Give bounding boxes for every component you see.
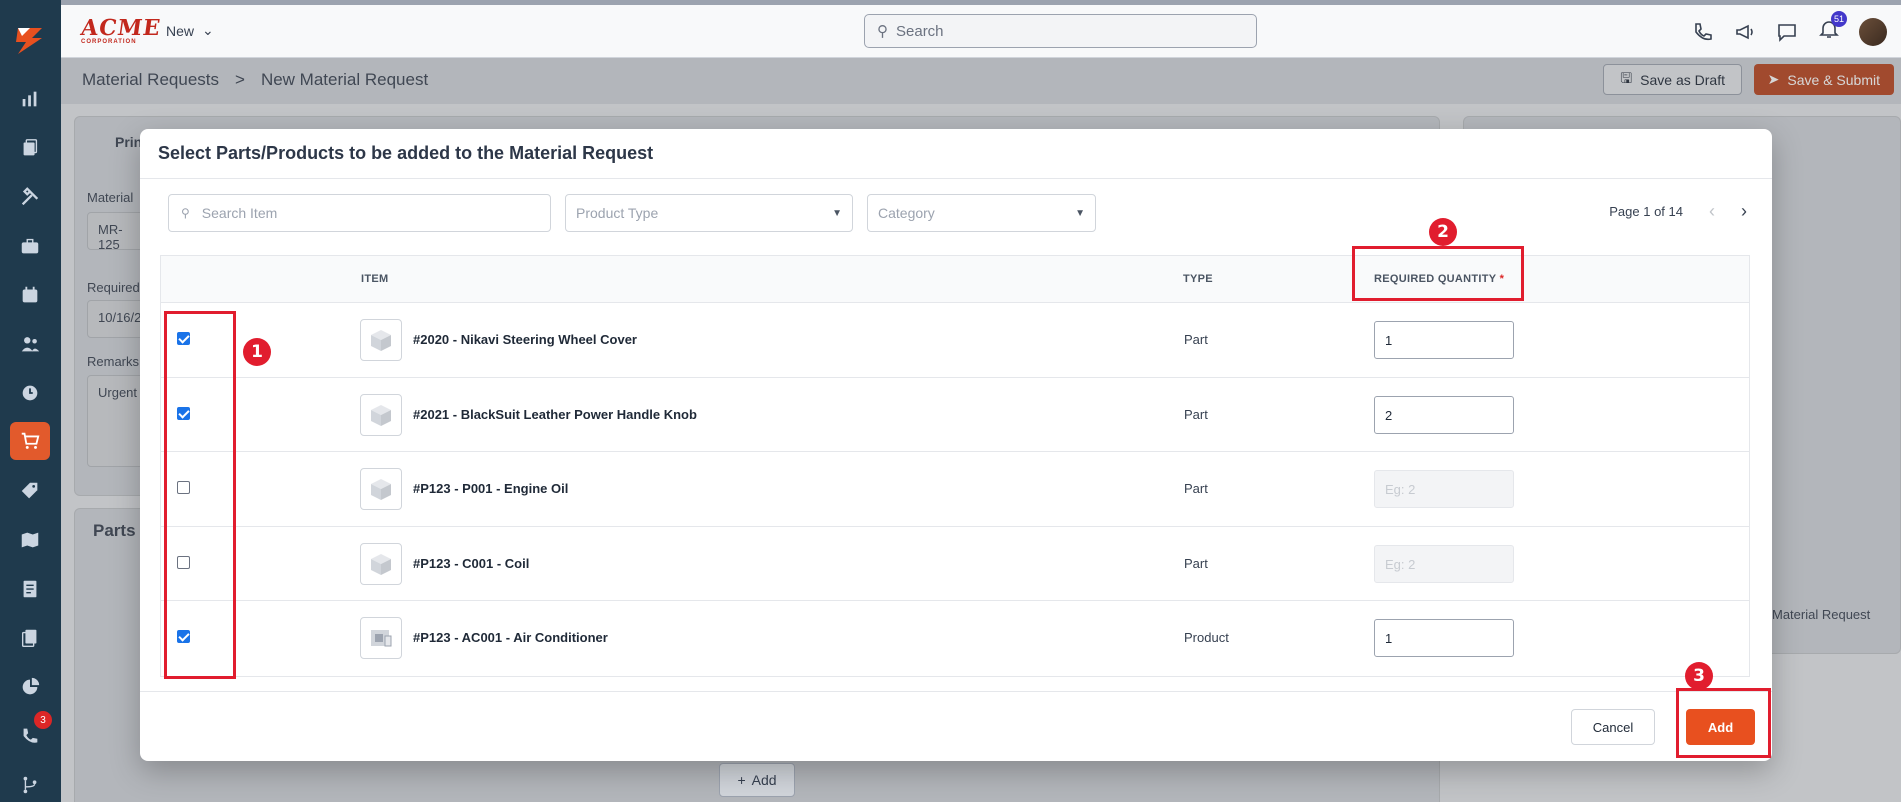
annotation-number-2: 2 [1429,218,1457,246]
box-icon [371,479,391,500]
box-icon [371,404,391,426]
header-icons: 51 [1691,11,1887,46]
item-thumbnail [360,319,402,361]
category-select[interactable]: Category ▼ [867,194,1096,232]
modal-title: Select Parts/Products to be added to the… [158,143,654,163]
box-icon [371,330,391,351]
item-name: #2020 - Nikavi Steering Wheel Cover [413,332,637,347]
dashboard-icon[interactable] [10,80,50,118]
plus-icon: + [737,772,746,788]
clock-icon[interactable] [10,374,50,412]
required-quantity-input[interactable]: Eg: 2 [1374,470,1514,508]
users-icon[interactable] [10,325,50,363]
jobs-icon[interactable] [10,129,50,167]
modal-header-divider [140,178,1772,179]
box-icon [371,553,391,575]
brand-subtitle: CORPORATION [81,39,137,45]
table-row: #2020 - Nikavi Steering Wheel Cover Part… [161,303,1749,378]
notifications-button[interactable]: 51 [1817,11,1847,46]
item-type: Part [1184,555,1208,571]
cart-icon[interactable] [10,422,50,460]
search-icon: ⚲ [181,206,190,220]
new-menu-button[interactable]: New ⌄ [166,22,214,39]
caret-down-icon: ▼ [832,207,842,219]
item-name: #P123 - P001 - Engine Oil [413,481,569,496]
phone-support-icon[interactable]: 3 [10,711,52,755]
workflow-icon[interactable] [10,766,50,802]
map-icon[interactable] [10,521,50,559]
items-table: ITEM TYPE REQUIRED QUANTITY * #2020 - Ni… [160,255,1750,677]
item-thumbnail [360,617,402,659]
brand-logo[interactable]: ACME [79,15,162,41]
table-row: #P123 - AC001 - Air Conditioner Product … [161,601,1749,676]
item-type: Part [1184,406,1208,422]
required-quantity-input[interactable]: 1 [1374,619,1514,657]
annotation-box-2 [1352,246,1524,301]
item-name: #2021 - BlackSuit Leather Power Handle K… [413,406,697,422]
calendar-icon[interactable] [10,276,50,314]
item-name: #P123 - AC001 - Air Conditioner [413,630,608,645]
invoice-icon[interactable] [10,570,50,608]
notification-count: 51 [1831,11,1847,27]
sidebar-badge: 3 [34,711,52,729]
add-part-label: Add [751,772,777,788]
page-indicator: Page 1 of 14 [1609,204,1683,219]
item-thumbnail [360,542,402,585]
briefcase-icon[interactable] [10,227,50,265]
chevron-left-icon[interactable]: ‹ [1709,201,1715,222]
megaphone-icon[interactable] [1733,20,1757,44]
product-type-select[interactable]: Product Type ▼ [565,194,853,232]
item-type: Part [1184,332,1208,347]
chevron-down-icon: ⌄ [202,22,214,38]
documents-icon[interactable] [10,619,50,657]
modal-footer-divider [140,691,1772,692]
new-menu-label: New [166,22,195,39]
search-icon: ⚲ [877,23,888,40]
search-item-placeholder: Search Item [201,205,278,221]
table-row: #P123 - P001 - Engine Oil Part Eg: 2 [161,452,1749,527]
sidebar: 3 [0,0,61,802]
product-type-placeholder: Product Type [576,205,659,221]
annotation-number-1: 1 [243,338,271,366]
required-quantity-input[interactable]: 2 [1374,395,1514,434]
search-item-input[interactable]: ⚲ Search Item [168,194,551,232]
table-row: #2021 - BlackSuit Leather Power Handle K… [161,378,1749,452]
top-header: ACME CORPORATION New ⌄ ⚲ Search 51 [61,0,1901,58]
annotation-box-3 [1676,688,1771,758]
add-part-button[interactable]: + Add [719,763,795,797]
phone-icon[interactable] [1691,20,1715,44]
item-type: Part [1184,481,1208,496]
table-row: #P123 - C001 - Coil Part Eg: 2 [161,527,1749,601]
avatar[interactable] [1859,17,1887,46]
global-search-input[interactable]: ⚲ Search [864,14,1257,48]
column-item: ITEM [361,273,389,285]
caret-down-icon: ▼ [1075,207,1085,219]
select-parts-modal: Select Parts/Products to be added to the… [140,129,1772,761]
item-type: Product [1184,630,1229,645]
tools-icon[interactable] [10,178,50,216]
product-image-icon [371,630,392,647]
tag-icon[interactable] [10,472,50,510]
app-logo[interactable] [10,20,50,60]
item-thumbnail [360,468,402,510]
item-name: #P123 - C001 - Coil [413,555,530,571]
pagination: Page 1 of 14 ‹ › [1609,201,1747,222]
item-thumbnail [360,393,402,436]
required-quantity-input[interactable]: Eg: 2 [1374,544,1514,583]
chevron-right-icon[interactable]: › [1741,201,1747,222]
required-quantity-input[interactable]: 1 [1374,321,1514,359]
search-placeholder: Search [896,22,944,40]
column-type: TYPE [1183,273,1213,285]
annotation-box-1 [164,311,236,679]
chat-icon[interactable] [1775,20,1799,44]
cancel-button[interactable]: Cancel [1571,709,1655,745]
pie-chart-icon[interactable] [10,668,50,706]
annotation-number-3: 3 [1685,662,1713,690]
category-placeholder: Category [878,205,935,221]
